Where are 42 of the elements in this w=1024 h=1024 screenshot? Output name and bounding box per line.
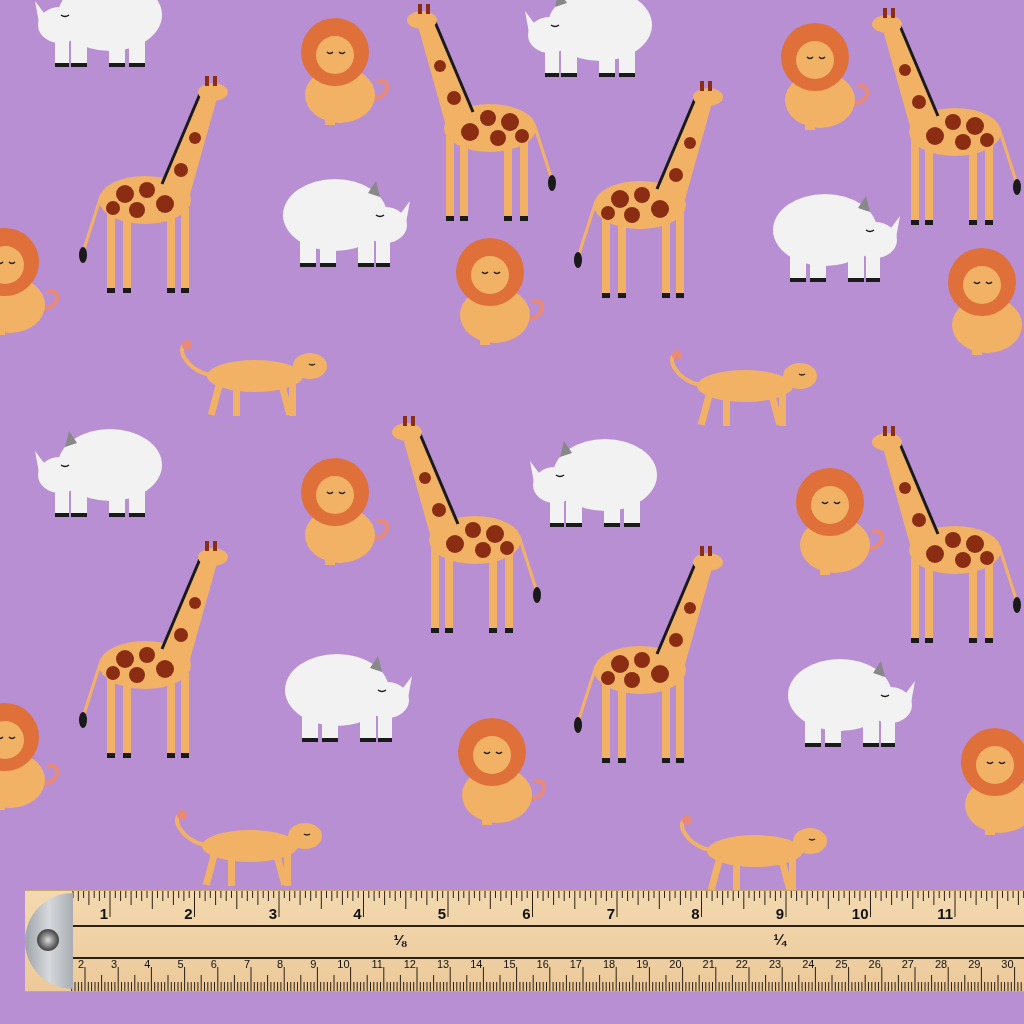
inch-number: 3 [268,906,277,921]
inch-number: 2 [184,906,193,921]
inch-number: 6 [522,906,531,921]
fraction-mark: ⅛ [393,932,406,947]
centimetre-number: 8 [277,959,284,970]
centimetre-number: 23 [768,959,782,970]
centimetre-number: 21 [702,959,715,970]
centimetre-number: 14 [470,959,483,970]
centimetre-number: 18 [602,959,616,970]
centimetre-number: 17 [569,959,582,970]
inch-number: 9 [775,906,784,921]
centimetre-number: 29 [968,959,981,970]
centimetre-number: 10 [337,959,350,970]
centimetre-number: 9 [310,959,317,970]
centimetre-number: 3 [111,959,118,970]
centimetre-number: 11 [371,959,383,970]
centimetre-number: 25 [835,959,848,970]
inch-number: 7 [606,906,615,921]
centimetre-number: 7 [243,959,250,970]
inch-number: 4 [353,906,362,921]
centimetre-number: 26 [868,959,881,970]
inch-number: 1 [99,906,108,921]
fraction-mark: ¼ [773,932,786,947]
centimetre-number: 20 [669,959,682,970]
centimetre-number: 28 [934,959,948,970]
inch-number: 11 [937,906,953,921]
inch-number: 10 [851,906,869,921]
inch-number: 8 [691,906,700,921]
centimetre-number: 27 [901,959,914,970]
centimetre-number: 4 [144,959,151,970]
centimetre-number: 12 [403,959,416,970]
centimetre-number: 15 [503,959,516,970]
centimetre-number: 2 [77,959,84,970]
centimetre-number: 16 [536,959,549,970]
centimetre-number: 22 [735,959,748,970]
centimetre-number: 19 [636,959,649,970]
centimetre-number: 24 [802,959,815,970]
centimetre-number: 13 [436,959,450,970]
centimetre-number: 6 [210,959,217,970]
centimetre-number: 30 [1001,959,1014,970]
centimetre-number: 5 [177,959,184,970]
inch-number: 5 [437,906,446,921]
